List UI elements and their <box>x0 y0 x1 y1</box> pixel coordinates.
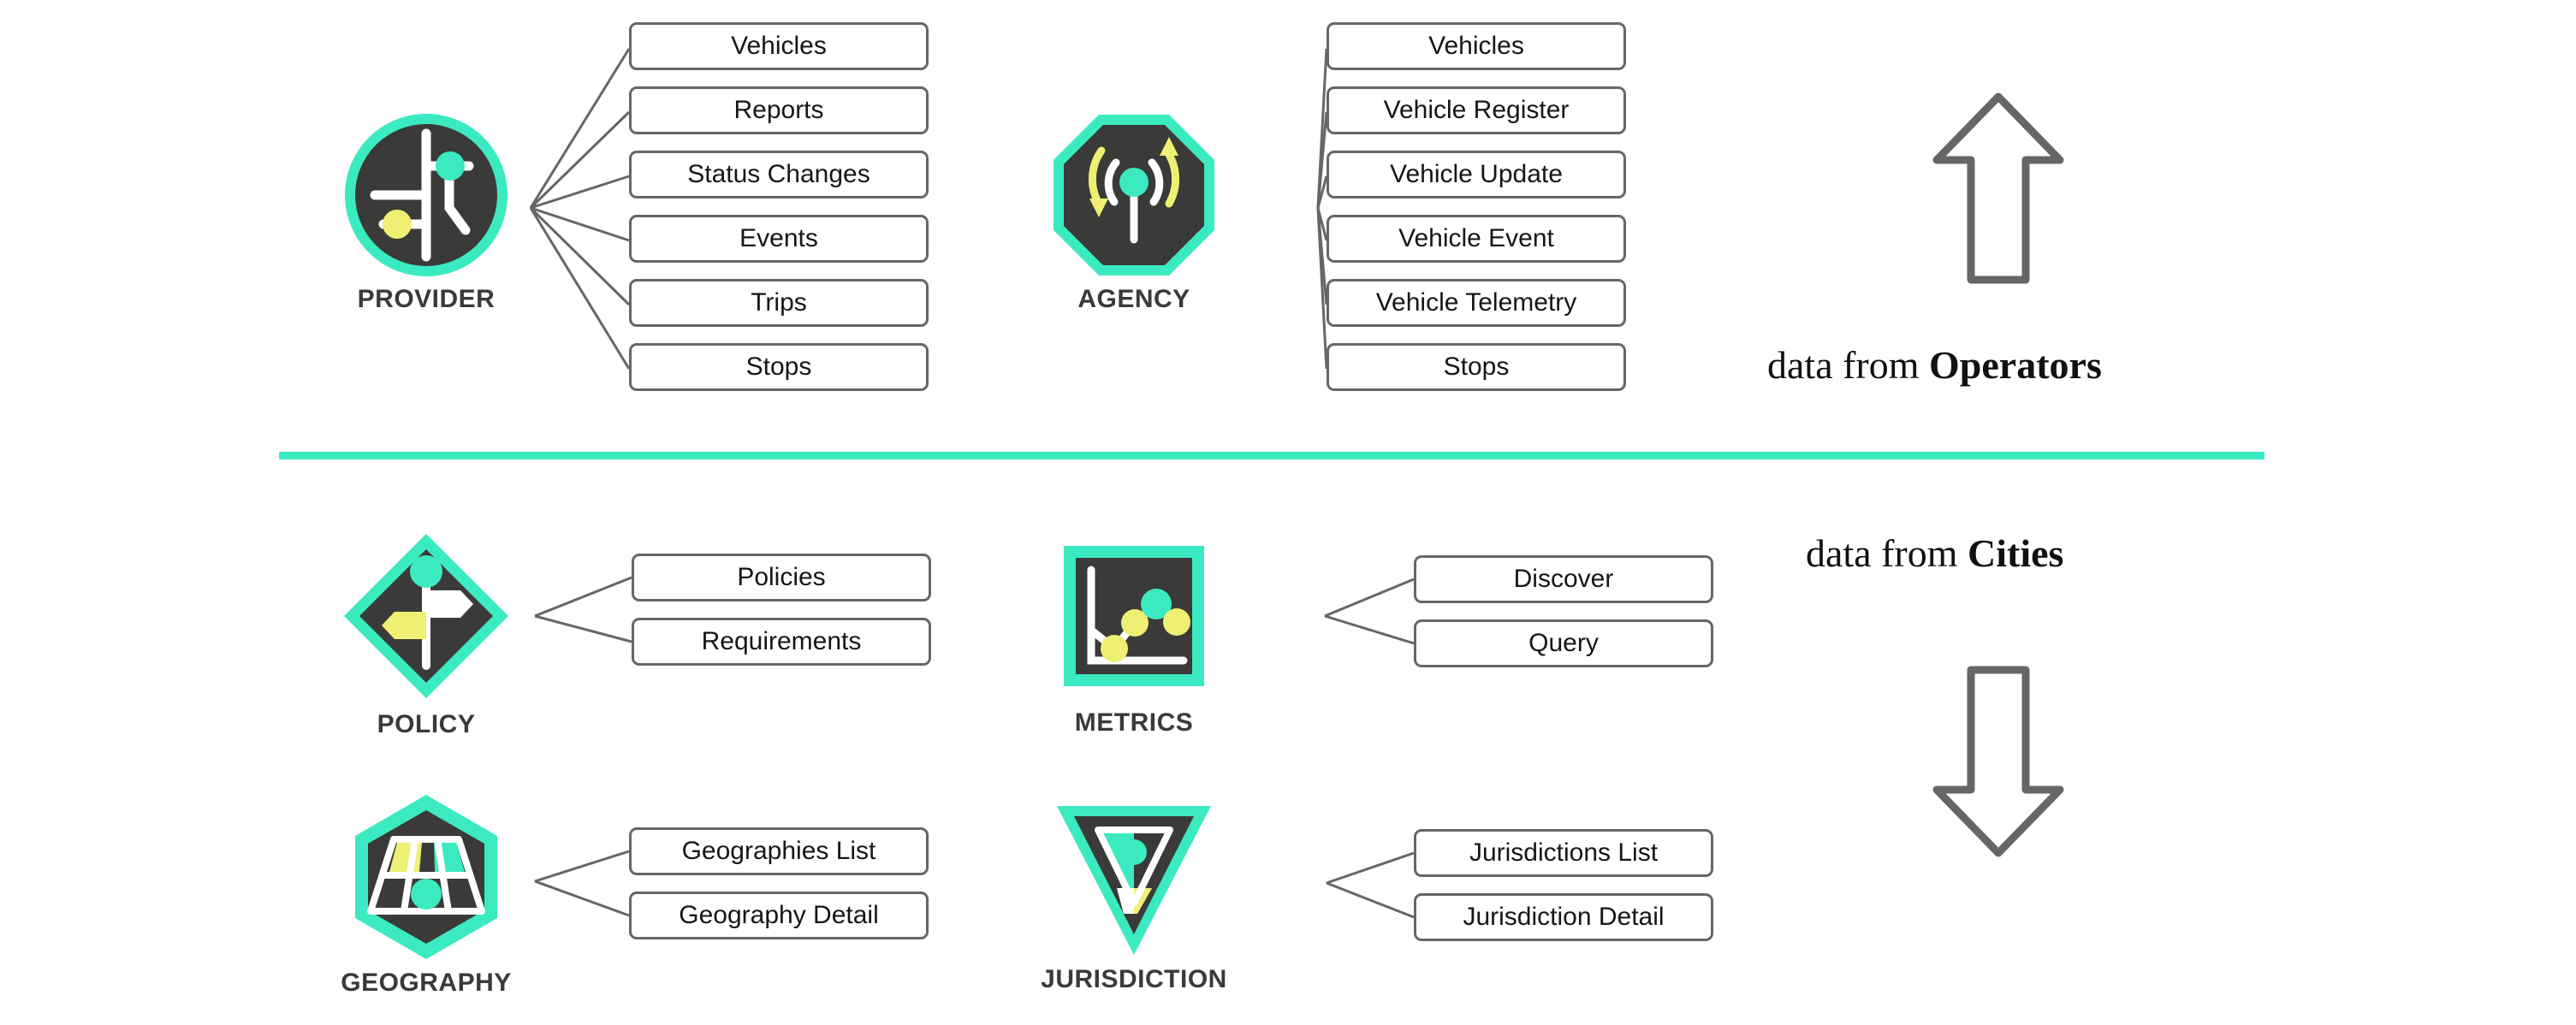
diagram-canvas: PROVIDER Vehicles Reports Status Changes… <box>0 0 2576 1025</box>
caption-operators: data from Operators <box>1767 342 2102 388</box>
endpoint-box[interactable]: Geographies List <box>629 827 929 875</box>
jurisdiction-icon <box>1048 787 1220 958</box>
endpoint-box[interactable]: Vehicle Telemetry <box>1327 279 1626 327</box>
caption-operators-emphasis: Operators <box>1929 343 2102 387</box>
jurisdiction-icon-label: JURISDICTION <box>1041 965 1227 993</box>
metrics-icon <box>1048 530 1220 702</box>
provider-icon-label: PROVIDER <box>357 285 496 313</box>
caption-operators-prefix: data from <box>1767 343 1930 387</box>
endpoint-box[interactable]: Vehicles <box>1327 22 1626 70</box>
endpoint-box[interactable]: Status Changes <box>629 151 929 198</box>
endpoint-box[interactable]: Stops <box>629 343 929 391</box>
agency-icon-label: AGENCY <box>1077 285 1190 313</box>
node-group-metrics: METRICS Discover Query <box>941 496 1814 737</box>
arrow-down-outline-icon <box>1930 663 2067 860</box>
caption-cities-prefix: data from <box>1806 531 1968 575</box>
node-group-geography: GEOGRAPHY Geographies List Geography Det… <box>0 770 959 1018</box>
policy-icon-label: POLICY <box>377 710 476 738</box>
endpoint-box[interactable]: Vehicle Event <box>1327 215 1626 263</box>
node-group-policy: POLICY Policies Requirements <box>0 496 959 738</box>
geography-icon-label: GEOGRAPHY <box>341 969 512 997</box>
endpoint-box[interactable]: Geography Detail <box>629 892 929 939</box>
endpoint-box[interactable]: Vehicle Register <box>1327 86 1626 134</box>
endpoint-box[interactable]: Jurisdiction Detail <box>1414 893 1713 941</box>
endpoint-box[interactable]: Jurisdictions List <box>1414 829 1713 877</box>
endpoint-box[interactable]: Events <box>629 215 929 263</box>
provider-icon <box>341 110 512 281</box>
endpoint-box[interactable]: Vehicles <box>629 22 929 70</box>
caption-cities: data from Cities <box>1806 530 2063 576</box>
metrics-icon-label: METRICS <box>1074 708 1194 737</box>
caption-cities-emphasis: Cities <box>1968 531 2064 575</box>
geography-icon <box>341 791 512 963</box>
endpoint-box[interactable]: Vehicle Update <box>1327 151 1626 198</box>
node-group-provider: PROVIDER Vehicles Reports Status Changes… <box>0 0 959 411</box>
endpoint-box[interactable]: Query <box>1414 619 1713 667</box>
endpoint-box[interactable]: Reports <box>629 86 929 134</box>
arrow-up-outline-icon <box>1930 90 2067 287</box>
endpoint-box[interactable]: Requirements <box>632 618 931 666</box>
node-group-agency: AGENCY Vehicles Vehicle Register Vehicle… <box>941 0 1814 411</box>
section-divider <box>279 452 2264 459</box>
node-group-jurisdiction: JURISDICTION Jurisdictions List Jurisdic… <box>941 770 1814 1018</box>
policy-icon <box>341 530 512 702</box>
endpoint-box[interactable]: Discover <box>1414 555 1713 603</box>
endpoint-box[interactable]: Trips <box>629 279 929 327</box>
endpoint-box[interactable]: Policies <box>632 554 931 601</box>
agency-icon <box>1048 110 1220 281</box>
endpoint-box[interactable]: Stops <box>1327 343 1626 391</box>
